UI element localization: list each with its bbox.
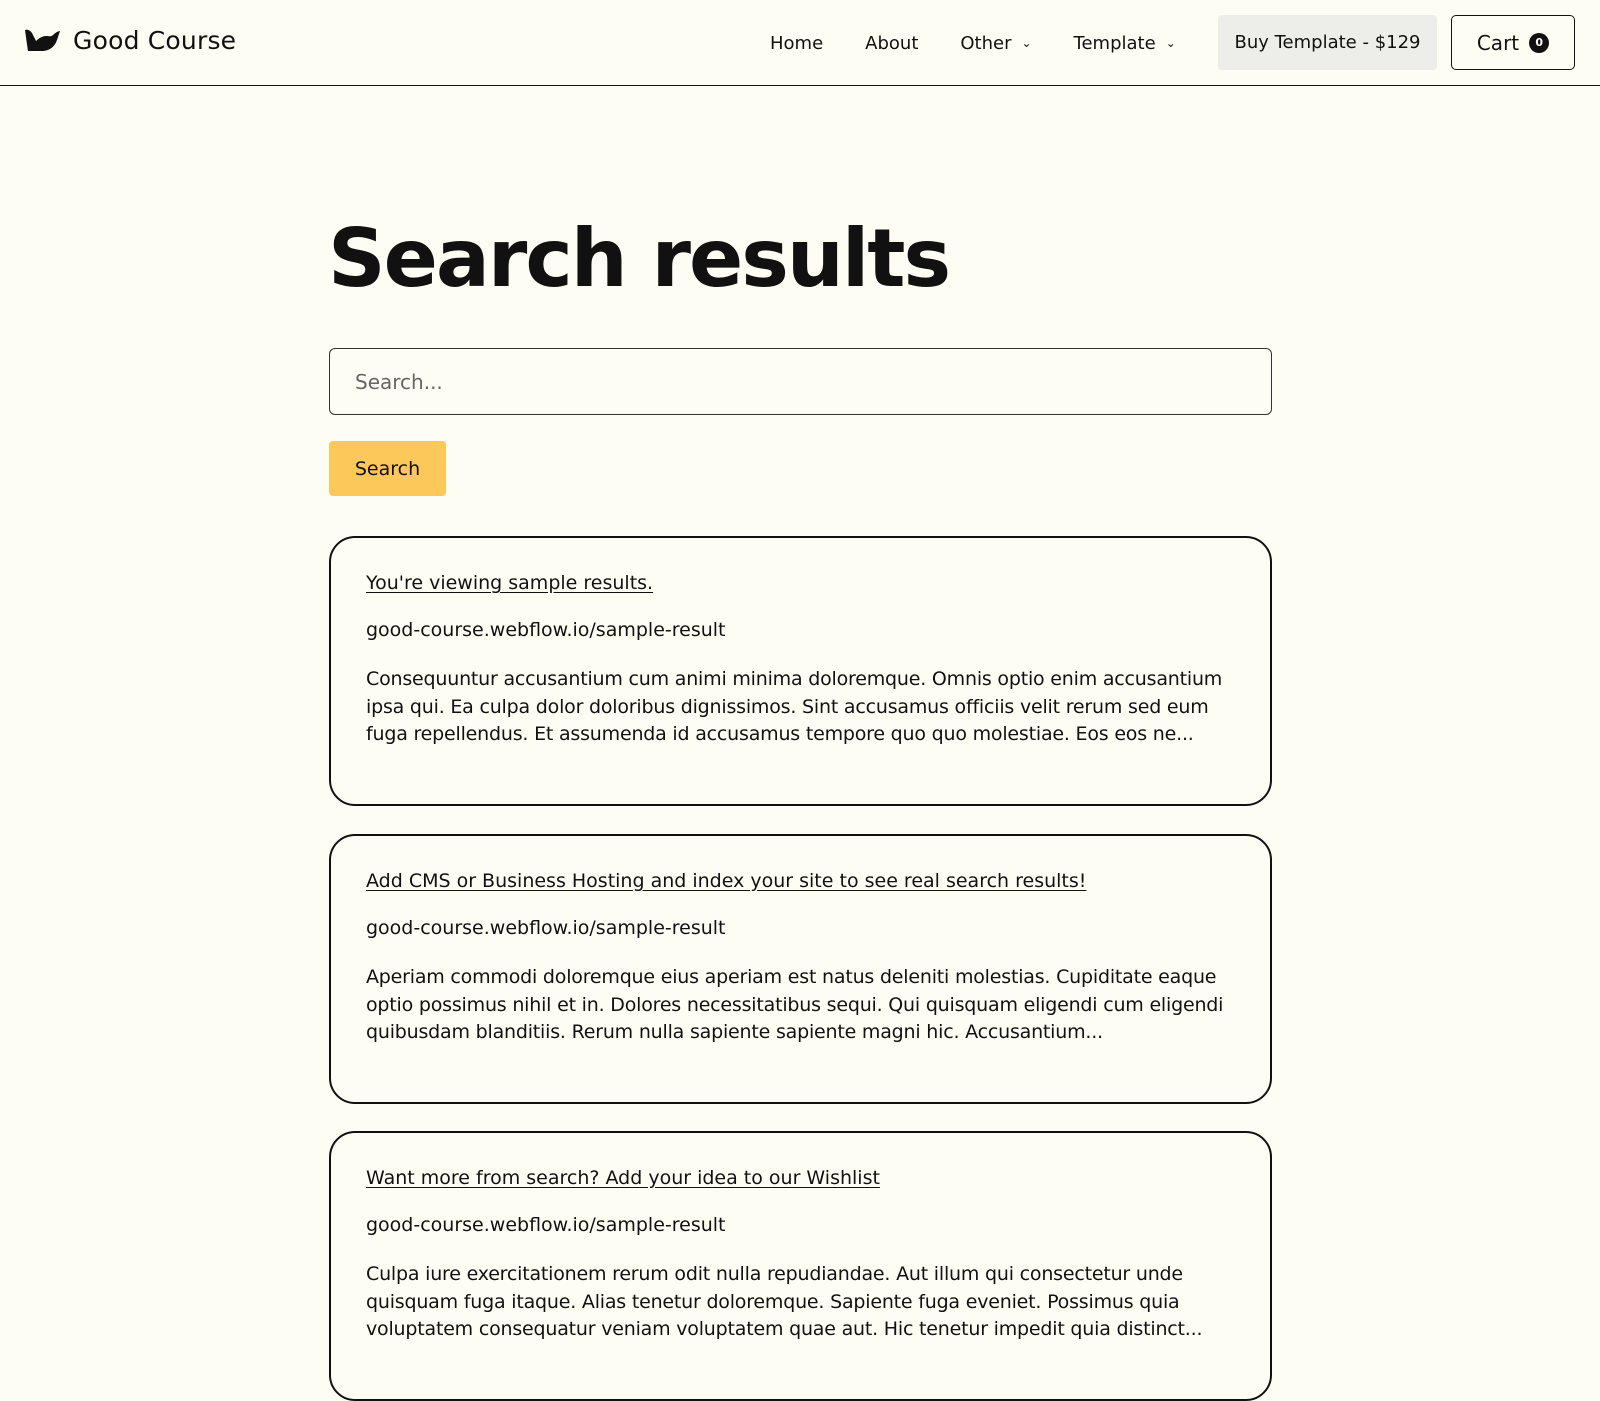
search-result-card: Want more from search? Add your idea to …: [329, 1131, 1272, 1401]
result-url: good-course.webflow.io/sample-result: [366, 619, 726, 641]
cart-button[interactable]: Cart 0: [1451, 15, 1575, 70]
nav-dropdown-template[interactable]: Template ⌄: [1074, 33, 1176, 54]
result-title-link[interactable]: You're viewing sample results.: [366, 572, 653, 594]
buy-template-button[interactable]: Buy Template - $129: [1218, 15, 1437, 70]
result-snippet: Culpa iure exercitationem rerum odit nul…: [366, 1263, 1203, 1340]
result-url: good-course.webflow.io/sample-result: [366, 917, 726, 939]
cart-label: Cart: [1476, 30, 1520, 55]
nav-menu: Home About Other ⌄ Template ⌄: [770, 0, 1176, 86]
result-snippet: Aperiam commodi doloremque eius aperiam …: [366, 966, 1224, 1043]
cart-count-badge: 0: [1529, 32, 1550, 53]
nav-link-label: Other: [960, 32, 1012, 54]
nav-link-label: About: [865, 32, 919, 54]
brand-name: Good Course: [73, 26, 237, 55]
nav-link-label: Template: [1073, 32, 1156, 54]
search-result-card: You're viewing sample results. good-cour…: [329, 536, 1272, 806]
bird-logo-icon: [24, 28, 61, 53]
nav-dropdown-other[interactable]: Other ⌄: [960, 33, 1031, 54]
result-title-link[interactable]: Add CMS or Business Hosting and index yo…: [366, 870, 1086, 892]
chevron-down-icon: ⌄: [1021, 36, 1032, 50]
search-result-card: Add CMS or Business Hosting and index yo…: [329, 834, 1272, 1104]
result-title-link[interactable]: Want more from search? Add your idea to …: [366, 1167, 880, 1189]
nav-link-about[interactable]: About: [865, 33, 918, 54]
page-title: Search results: [328, 212, 951, 305]
search-button[interactable]: Search: [329, 441, 446, 496]
result-snippet: Consequuntur accusantium cum animi minim…: [366, 668, 1223, 745]
result-url: good-course.webflow.io/sample-result: [366, 1214, 726, 1236]
search-input[interactable]: [329, 348, 1272, 415]
navbar: Good Course Home About Other ⌄ Template …: [0, 0, 1600, 86]
chevron-down-icon: ⌄: [1165, 36, 1176, 50]
brand-link[interactable]: Good Course: [24, 26, 236, 55]
nav-link-home[interactable]: Home: [770, 33, 823, 54]
nav-link-label: Home: [770, 32, 824, 54]
